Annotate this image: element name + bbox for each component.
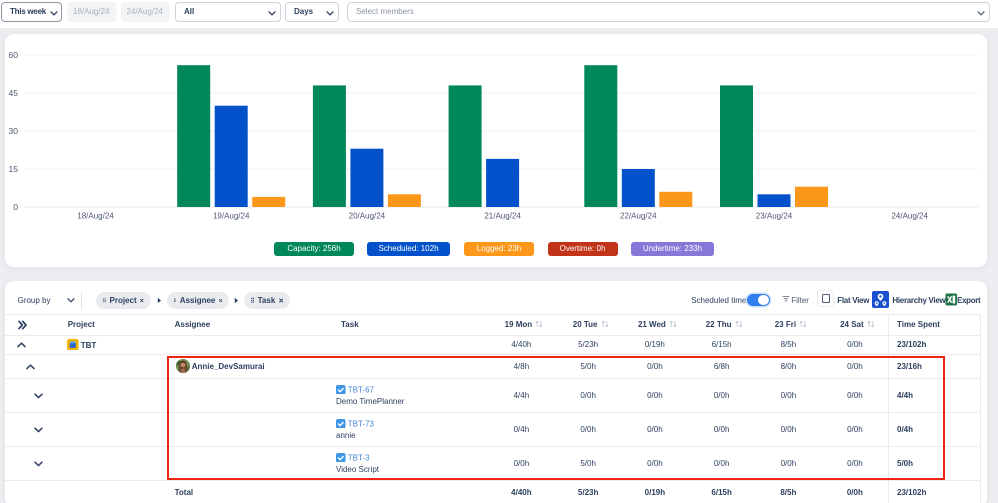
svg-text:23/Aug/24: 23/Aug/24 bbox=[756, 212, 793, 221]
svg-text:18/Aug/24: 18/Aug/24 bbox=[77, 212, 114, 221]
svg-text:30: 30 bbox=[9, 126, 19, 136]
svg-text:24/Aug/24: 24/Aug/24 bbox=[891, 212, 928, 221]
svg-text:21/Aug/24: 21/Aug/24 bbox=[484, 212, 521, 221]
svg-text:45: 45 bbox=[9, 88, 19, 98]
svg-text:0: 0 bbox=[13, 202, 18, 212]
svg-text:60: 60 bbox=[9, 50, 19, 60]
svg-text:19/Aug/24: 19/Aug/24 bbox=[213, 212, 250, 221]
svg-text:15: 15 bbox=[9, 164, 19, 174]
svg-text:20/Aug/24: 20/Aug/24 bbox=[349, 212, 386, 221]
svg-text:22/Aug/24: 22/Aug/24 bbox=[620, 212, 657, 221]
